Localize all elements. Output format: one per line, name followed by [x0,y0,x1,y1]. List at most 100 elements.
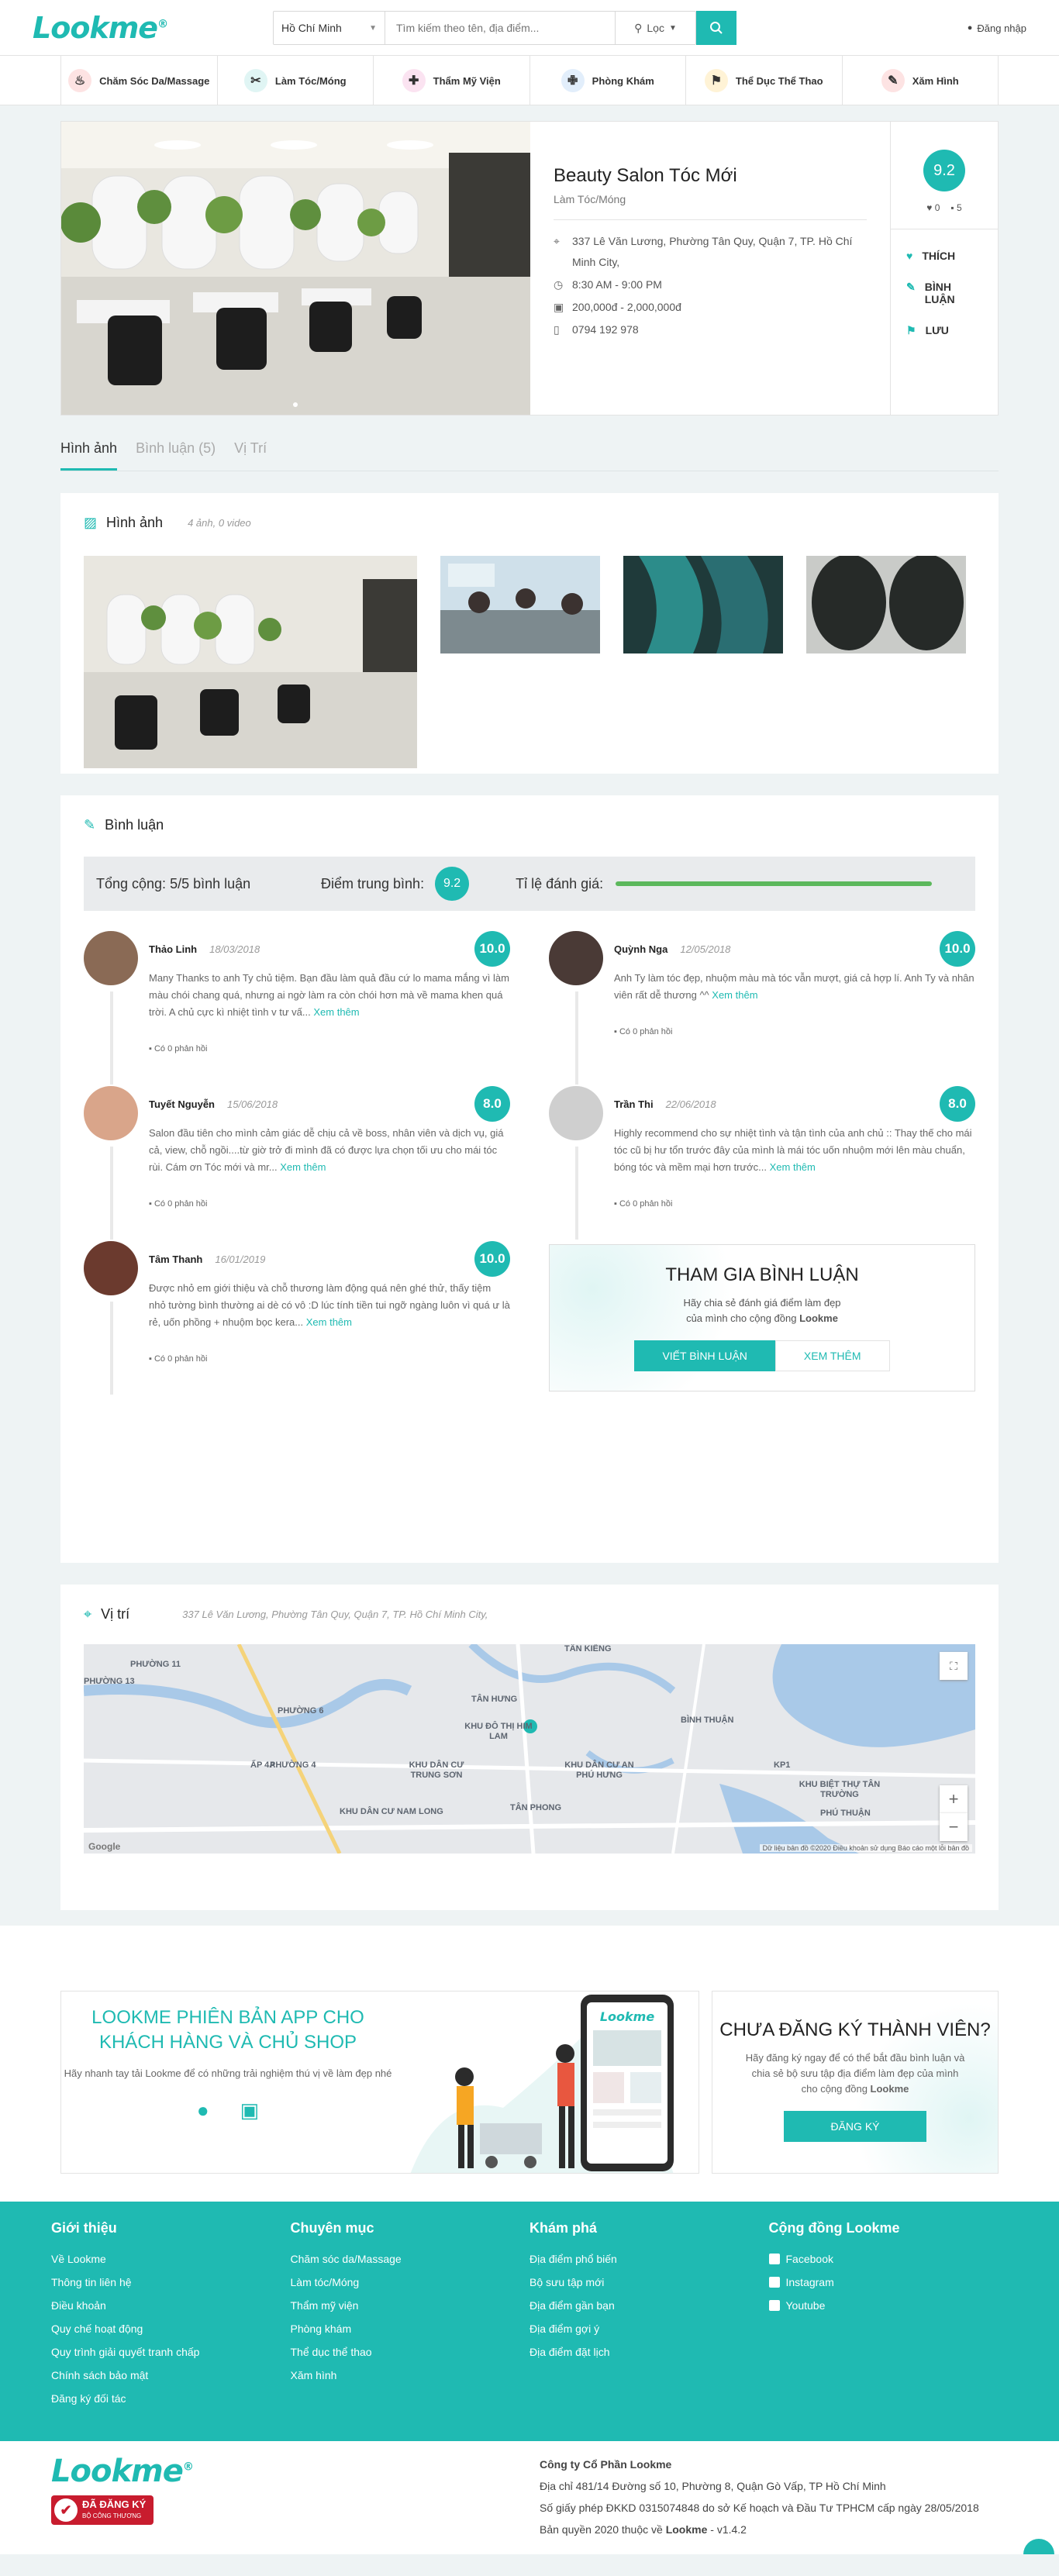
footer-link[interactable]: Thông tin liên hệ [51,2271,291,2294]
category-tattoo[interactable]: ✎ Xăm Hình [843,56,999,105]
footer-link[interactable]: Thẩm mỹ viện [291,2294,530,2317]
footer-link[interactable]: Chính sách bảo mật [51,2364,291,2387]
review-score: 8.0 [474,1086,510,1122]
city-select[interactable]: Hồ Chí Minh ▼ [274,12,385,44]
footer-link[interactable]: Điều khoản [51,2294,291,2317]
category-clinic[interactable]: ✙ Phòng Khám [530,56,686,105]
flag-icon: ⚑ [906,324,916,336]
youtube-icon [768,2300,780,2311]
footer-link[interactable]: Địa điểm gần bạn [530,2294,769,2317]
location-map[interactable]: PHƯỜNG 11 PHƯỜNG 13 PHƯỜNG 6 PHƯỜNG 4 TÂN HƯ… [84,1644,975,1854]
fitness-icon: ⚑ [704,69,728,92]
avatar[interactable] [84,1086,138,1240]
fullscreen-button[interactable]: ⛶ [940,1652,968,1680]
chat-button[interactable] [1023,2539,1054,2554]
register-button[interactable]: ĐĂNG KÝ [784,2111,926,2142]
like-label: THÍCH [922,250,956,262]
read-more-link[interactable]: Xem thêm [306,1316,352,1328]
register-desc-text: Hãy đăng ký ngay để có thể bắt đầu bình … [745,2052,965,2095]
footer-column-title: Chuyên mục [290,2220,374,2236]
footer-link[interactable]: Bộ sưu tập mới [530,2271,769,2294]
footer-link[interactable]: Về Lookme [51,2247,291,2271]
footer-link-label: Địa điểm gợi ý [530,2323,600,2335]
android-store-icon[interactable]: ▣ [240,2098,260,2123]
lookme-logo[interactable]: Lookme® [33,11,273,45]
gallery-photo[interactable] [623,556,783,656]
map-label: BÌNH THUẬN [681,1716,734,1725]
footer-link[interactable]: Thể dục thể thao [291,2340,530,2364]
avatar[interactable] [84,931,138,1085]
footer-link[interactable]: Xăm hình [291,2364,530,2387]
avatar[interactable] [549,931,603,1085]
footer-link[interactable]: Đăng ký đối tác [51,2387,291,2410]
map-credit: Dữ liệu bản đồ ©2020 Điều khoản sử dụng … [759,1844,972,1852]
gallery-photo[interactable] [84,556,417,771]
footer-link[interactable]: Instagram [768,2271,1009,2294]
gallery-photo[interactable] [440,556,600,656]
logo-mark: ® [182,2460,194,2474]
comments-title: Bình luận [105,817,164,833]
footer-link-label: Địa điểm phổ biến [530,2253,617,2265]
footer-link[interactable]: Facebook [768,2247,1009,2271]
reviewer-name[interactable]: Thảo Linh [149,943,197,955]
tab-photos[interactable]: Hình ảnh [60,440,118,471]
gallery-photo[interactable] [806,556,966,656]
footer-link[interactable]: Quy chế hoạt động [51,2317,291,2340]
reply-count[interactable]: ▪ Có 0 phản hồi [149,1354,510,1364]
save-button[interactable]: ⚑ LƯU [891,315,998,347]
map-label: KP1 [774,1760,791,1770]
avatar[interactable] [84,1241,138,1395]
reply-count[interactable]: ▪ Có 0 phản hồi [149,1044,510,1054]
zoom-out-button[interactable]: − [940,1813,968,1841]
comment-icon: ▪ [149,1354,152,1364]
like-button[interactable]: ♥ THÍCH [891,240,998,271]
beauty-clinic-icon: ✚ [402,69,426,92]
reply-count[interactable]: ▪ Có 0 phản hồi [149,1199,510,1209]
comments-section: ✎ Bình luận Tổng cộng: 5/5 bình luận Điểm… [60,795,999,1563]
likes-count: ♥ 0 [926,202,940,213]
footer-link[interactable]: Làm tóc/Móng [291,2271,530,2294]
write-comment-button[interactable]: VIẾT BÌNH LUẬN [634,1340,775,1371]
category-hair-salon[interactable]: ✂ Làm Tóc/Móng [218,56,374,105]
footer-link[interactable]: Youtube [768,2294,1009,2317]
read-more-link[interactable]: Xem thêm [313,1006,359,1018]
avg-label: Điểm trung bình: [321,875,425,891]
read-more-link[interactable]: Xem thêm [280,1161,326,1173]
footer-link[interactable]: Quy trình giải quyết tranh chấp [51,2340,291,2364]
reply-count[interactable]: ▪ Có 0 phản hồi [614,1199,975,1209]
footer-logo[interactable]: Lookme® [51,2454,532,2489]
heart-icon: ♥ [926,202,933,213]
category-fitness[interactable]: ⚑ Thể Dục Thể Thao [686,56,843,105]
tab-comments[interactable]: Bình luận (5) [136,440,216,471]
category-spa[interactable]: ♨ Chăm Sóc Da/Massage [61,56,218,105]
search-input[interactable] [385,12,615,44]
footer-link[interactable]: Địa điểm phổ biến [530,2247,769,2271]
avatar[interactable] [549,1086,603,1240]
filter-button[interactable]: ⚲ Lọc ▼ [615,12,695,44]
place-cover-photo[interactable] [61,122,530,415]
tab-location[interactable]: Vị Trí [234,440,267,471]
footer-link[interactable]: Phòng khám [291,2317,530,2340]
apple-store-icon[interactable]: ● [197,2098,209,2123]
read-more-link[interactable]: Xem thêm [770,1161,816,1173]
search-icon [710,22,723,34]
reply-count-text: Có 0 phản hồi [154,1044,208,1054]
comment-button[interactable]: ✎ BÌNH LUẬN [891,271,998,315]
reviewer-name[interactable]: Quỳnh Nga [614,943,667,955]
category-beauty-clinic[interactable]: ✚ Thẩm Mỹ Viện [374,56,530,105]
reviewer-name[interactable]: Tuyết Nguyễn [149,1098,215,1110]
reviewer-name[interactable]: Tâm Thanh [149,1254,202,1265]
login-link[interactable]: ● Đăng nhập [968,22,1026,34]
view-more-button[interactable]: XEM THÊM [774,1340,890,1371]
zoom-in-button[interactable]: + [940,1785,968,1813]
reviewer-name[interactable]: Trần Thi [614,1098,654,1110]
footer-link-list: Facebook Instagram Youtube [768,2247,1009,2317]
footer-link[interactable]: Địa điểm gợi ý [530,2317,769,2340]
registered-badge[interactable]: ✔ ĐÃ ĐĂNG KÝ BỘ CÔNG THƯƠNG [51,2495,154,2525]
reply-count-text: Có 0 phản hồi [619,1027,673,1036]
read-more-link[interactable]: Xem thêm [712,989,757,1001]
reply-count[interactable]: ▪ Có 0 phản hồi [614,1027,975,1036]
footer-link[interactable]: Địa điểm đặt lịch [530,2340,769,2364]
footer-link[interactable]: Chăm sóc da/Massage [291,2247,530,2271]
search-button[interactable] [696,11,736,45]
